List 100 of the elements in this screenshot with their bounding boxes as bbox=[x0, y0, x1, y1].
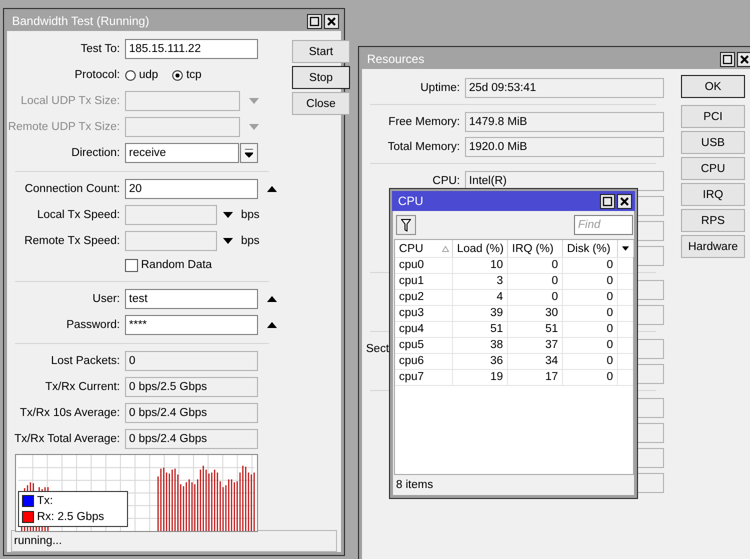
checkbox-icon[interactable] bbox=[125, 258, 138, 272]
dialog-button[interactable]: OK bbox=[681, 75, 745, 98]
field-label: User: bbox=[92, 293, 121, 305]
table-cell: cpu0 bbox=[395, 258, 453, 273]
dropdown-icon[interactable] bbox=[223, 211, 233, 219]
table-cell: 39 bbox=[453, 306, 508, 321]
field-label: Remote Tx Speed: bbox=[23, 235, 121, 247]
filter-button[interactable] bbox=[396, 215, 416, 235]
input-field[interactable]: 0 bps/2.4 Gbps bbox=[125, 403, 258, 423]
input-field[interactable] bbox=[125, 205, 217, 225]
input-field[interactable] bbox=[125, 117, 240, 137]
table-cell: 0 bbox=[563, 274, 618, 289]
field-label: Protocol: bbox=[74, 69, 121, 81]
window-title: Resources bbox=[367, 52, 424, 66]
table-cell: 51 bbox=[453, 322, 508, 337]
field-label: Uptime: bbox=[419, 82, 461, 94]
collapse-icon[interactable] bbox=[267, 321, 277, 329]
table-cell: 0 bbox=[508, 290, 563, 305]
dialog-button[interactable]: Close bbox=[292, 92, 350, 115]
dropdown-button[interactable] bbox=[240, 143, 258, 163]
dialog-button[interactable]: USB bbox=[681, 131, 745, 154]
field-label: Tx/Rx Current: bbox=[44, 381, 121, 393]
dialog-button[interactable]: Start bbox=[292, 40, 350, 63]
collapse-icon[interactable] bbox=[267, 295, 277, 303]
unit-label: bps bbox=[241, 209, 260, 221]
status-text: running... bbox=[14, 535, 62, 547]
caret-icon bbox=[622, 246, 629, 251]
input-field[interactable]: 20 bbox=[125, 179, 258, 199]
maximize-icon[interactable] bbox=[720, 52, 735, 66]
dropdown-icon[interactable] bbox=[223, 237, 233, 245]
close-icon[interactable] bbox=[324, 14, 339, 28]
table-cell: 10 bbox=[453, 258, 508, 273]
field-label: Tx/Rx Total Average: bbox=[13, 433, 121, 445]
input-field[interactable]: receive bbox=[125, 143, 239, 163]
input-field[interactable] bbox=[125, 91, 240, 111]
field-label: Sect bbox=[366, 342, 390, 354]
table-cell: 0 bbox=[563, 354, 618, 369]
caret-icon bbox=[245, 148, 253, 158]
input-field[interactable]: 0 bps/2.5 Gbps bbox=[125, 377, 258, 397]
input-field[interactable]: test bbox=[125, 289, 258, 309]
window-title: CPU bbox=[398, 194, 424, 208]
table-cell: 0 bbox=[508, 258, 563, 273]
radio-icon[interactable] bbox=[125, 70, 136, 80]
dialog-button[interactable]: Hardware bbox=[681, 235, 745, 258]
maximize-icon[interactable] bbox=[307, 14, 322, 28]
unit-label: bps bbox=[241, 235, 260, 247]
maximize-icon[interactable] bbox=[600, 194, 615, 208]
input-field[interactable]: 1479.8 MiB bbox=[465, 112, 664, 132]
radio-option[interactable]: udp bbox=[125, 69, 158, 81]
table-cell: cpu4 bbox=[395, 322, 453, 337]
table-cell: 51 bbox=[508, 322, 563, 337]
legend-label: Rx: 2.5 Gbps bbox=[37, 511, 104, 523]
dialog-button[interactable]: RPS bbox=[681, 209, 745, 232]
table-cell: 38 bbox=[453, 338, 508, 353]
table-cell: 34 bbox=[508, 354, 563, 369]
status-text: 8 items bbox=[396, 479, 434, 491]
checkbox-option[interactable]: Random Data bbox=[125, 258, 212, 272]
radio-option[interactable]: tcp bbox=[172, 69, 202, 81]
input-field[interactable] bbox=[125, 231, 217, 251]
sort-icon bbox=[442, 246, 449, 252]
field-label: Free Memory: bbox=[387, 116, 461, 128]
collapse-icon[interactable] bbox=[267, 185, 277, 193]
close-icon[interactable] bbox=[617, 194, 632, 208]
table-cell: 36 bbox=[453, 354, 508, 369]
input-field[interactable]: 185.15.111.22 bbox=[125, 39, 258, 59]
field-label: Lost Packets: bbox=[50, 355, 121, 367]
table-cell: 0 bbox=[563, 306, 618, 321]
table-cell: cpu7 bbox=[395, 370, 453, 385]
input-field[interactable]: **** bbox=[125, 315, 258, 335]
field-label: Connection Count: bbox=[24, 183, 121, 195]
input-field[interactable]: Intel(R) bbox=[465, 170, 664, 190]
radio-icon[interactable] bbox=[172, 70, 184, 80]
close-icon[interactable] bbox=[737, 52, 750, 66]
table-cell: 4 bbox=[453, 290, 508, 305]
field-label: Test To: bbox=[80, 43, 121, 55]
table-cell: 0 bbox=[563, 338, 618, 353]
table-cell: 3 bbox=[453, 274, 508, 289]
field-label: Tx/Rx 10s Average: bbox=[18, 407, 121, 419]
filter-icon bbox=[401, 218, 411, 232]
input-field[interactable]: 25d 09:53:41 bbox=[465, 78, 664, 98]
input-field[interactable]: 0 bps/2.4 Gbps bbox=[125, 429, 258, 449]
table-cell: cpu6 bbox=[395, 354, 453, 369]
table-cell: cpu5 bbox=[395, 338, 453, 353]
table-cell: cpu1 bbox=[395, 274, 453, 289]
dialog-button[interactable]: Stop bbox=[292, 66, 350, 89]
field-label: Local UDP Tx Size: bbox=[20, 95, 121, 107]
dialog-button[interactable]: CPU bbox=[681, 157, 745, 180]
dialog-button[interactable]: PCI bbox=[681, 105, 745, 128]
table-cell: 37 bbox=[508, 338, 563, 353]
input-field[interactable]: 1920.0 MiB bbox=[465, 136, 664, 156]
field-label: Password: bbox=[65, 319, 121, 331]
input-field[interactable]: 0 bbox=[125, 351, 258, 371]
table-cell: 0 bbox=[563, 322, 618, 337]
search-field[interactable]: Find bbox=[574, 215, 633, 235]
table-cell: 17 bbox=[508, 370, 563, 385]
field-label: CPU: bbox=[432, 174, 461, 186]
field-label: Total Memory: bbox=[386, 140, 461, 152]
field-label: Local Tx Speed: bbox=[36, 209, 121, 221]
table-cell: 0 bbox=[508, 274, 563, 289]
dialog-button[interactable]: IRQ bbox=[681, 183, 745, 206]
